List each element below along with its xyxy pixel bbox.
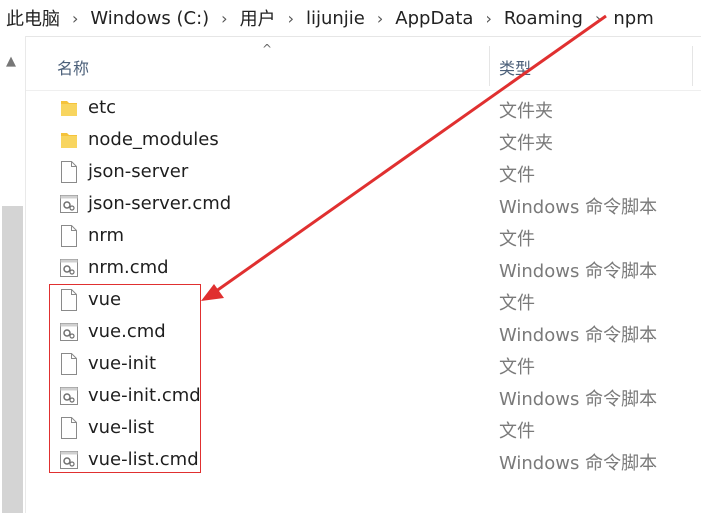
- file-type: 文件: [499, 421, 535, 442]
- file-name[interactable]: node_modules: [88, 129, 219, 150]
- file-row[interactable]: vue-init.cmd Windows 命令脚本: [26, 380, 701, 412]
- file-list: etc 文件夹 node_modules 文件夹 json-server 文件 json-s…: [26, 92, 701, 476]
- cmd-script-icon: [60, 257, 78, 279]
- file-name[interactable]: json-server: [88, 161, 188, 182]
- chevron-right-icon[interactable]: ›: [473, 9, 497, 28]
- file-name[interactable]: vue-list.cmd: [88, 449, 199, 470]
- file-name[interactable]: vue.cmd: [88, 321, 166, 342]
- sort-ascending-icon: ^: [262, 42, 273, 56]
- file-type: 文件: [499, 357, 535, 378]
- cmd-script-icon: [60, 385, 78, 407]
- scroll-up-icon[interactable]: ▲: [6, 54, 16, 69]
- chevron-right-icon[interactable]: ›: [365, 9, 389, 28]
- file-icon: [60, 161, 78, 183]
- vertical-scrollbar[interactable]: ▲: [0, 36, 26, 513]
- file-row[interactable]: vue.cmd Windows 命令脚本: [26, 316, 701, 348]
- chevron-right-icon[interactable]: ›: [276, 9, 300, 28]
- file-type: 文件: [499, 229, 535, 250]
- file-name[interactable]: vue-init.cmd: [88, 385, 201, 406]
- file-row[interactable]: vue-list 文件: [26, 412, 701, 444]
- file-name[interactable]: nrm: [88, 225, 124, 246]
- breadcrumb-item[interactable]: Roaming: [498, 8, 583, 29]
- breadcrumb-item[interactable]: 此电脑: [0, 5, 60, 31]
- file-name[interactable]: vue-list: [88, 417, 154, 438]
- file-row[interactable]: json-server 文件: [26, 156, 701, 188]
- file-icon: [60, 353, 78, 375]
- column-divider[interactable]: [489, 46, 490, 86]
- breadcrumb-item[interactable]: 用户: [234, 5, 276, 31]
- cmd-script-icon: [60, 449, 78, 471]
- file-type: Windows 命令脚本: [499, 325, 658, 346]
- cmd-script-icon: [60, 321, 78, 343]
- breadcrumb-item[interactable]: AppData: [389, 8, 473, 29]
- file-type: 文件夹: [499, 133, 553, 154]
- file-type: Windows 命令脚本: [499, 261, 658, 282]
- column-header-type[interactable]: 类型: [499, 55, 531, 79]
- file-name[interactable]: etc: [88, 97, 116, 118]
- file-row[interactable]: vue 文件: [26, 284, 701, 316]
- file-type: Windows 命令脚本: [499, 197, 658, 218]
- breadcrumb-item[interactable]: npm: [607, 8, 653, 29]
- file-name[interactable]: nrm.cmd: [88, 257, 169, 278]
- file-type: 文件: [499, 293, 535, 314]
- breadcrumb: 此电脑 › Windows (C:) › 用户 › lijunjie › AppData › Roa…: [0, 0, 701, 37]
- file-type: 文件夹: [499, 101, 553, 122]
- file-row[interactable]: json-server.cmd Windows 命令脚本: [26, 188, 701, 220]
- column-divider[interactable]: [692, 46, 693, 86]
- breadcrumb-item[interactable]: Windows (C:): [84, 8, 209, 29]
- file-name[interactable]: vue-init: [88, 353, 156, 374]
- folder-icon: [60, 129, 78, 151]
- file-row[interactable]: node_modules 文件夹: [26, 124, 701, 156]
- cmd-script-icon: [60, 193, 78, 215]
- file-icon: [60, 225, 78, 247]
- file-type: Windows 命令脚本: [499, 389, 658, 410]
- file-icon: [60, 417, 78, 439]
- column-header-name[interactable]: 名称: [57, 55, 89, 79]
- file-type: Windows 命令脚本: [499, 453, 658, 474]
- column-header-row: ^ 名称 类型: [26, 36, 701, 91]
- file-row[interactable]: nrm.cmd Windows 命令脚本: [26, 252, 701, 284]
- file-row[interactable]: vue-list.cmd Windows 命令脚本: [26, 444, 701, 476]
- chevron-right-icon[interactable]: ›: [209, 9, 233, 28]
- file-row[interactable]: etc 文件夹: [26, 92, 701, 124]
- chevron-right-icon[interactable]: ›: [60, 9, 84, 28]
- folder-icon: [60, 97, 78, 119]
- file-row[interactable]: nrm 文件: [26, 220, 701, 252]
- file-type: 文件: [499, 165, 535, 186]
- file-name[interactable]: json-server.cmd: [88, 193, 231, 214]
- file-name[interactable]: vue: [88, 289, 121, 310]
- file-row[interactable]: vue-init 文件: [26, 348, 701, 380]
- file-icon: [60, 289, 78, 311]
- scrollbar-thumb[interactable]: [2, 206, 23, 513]
- breadcrumb-item[interactable]: lijunjie: [300, 8, 365, 29]
- chevron-right-icon[interactable]: ›: [583, 9, 607, 28]
